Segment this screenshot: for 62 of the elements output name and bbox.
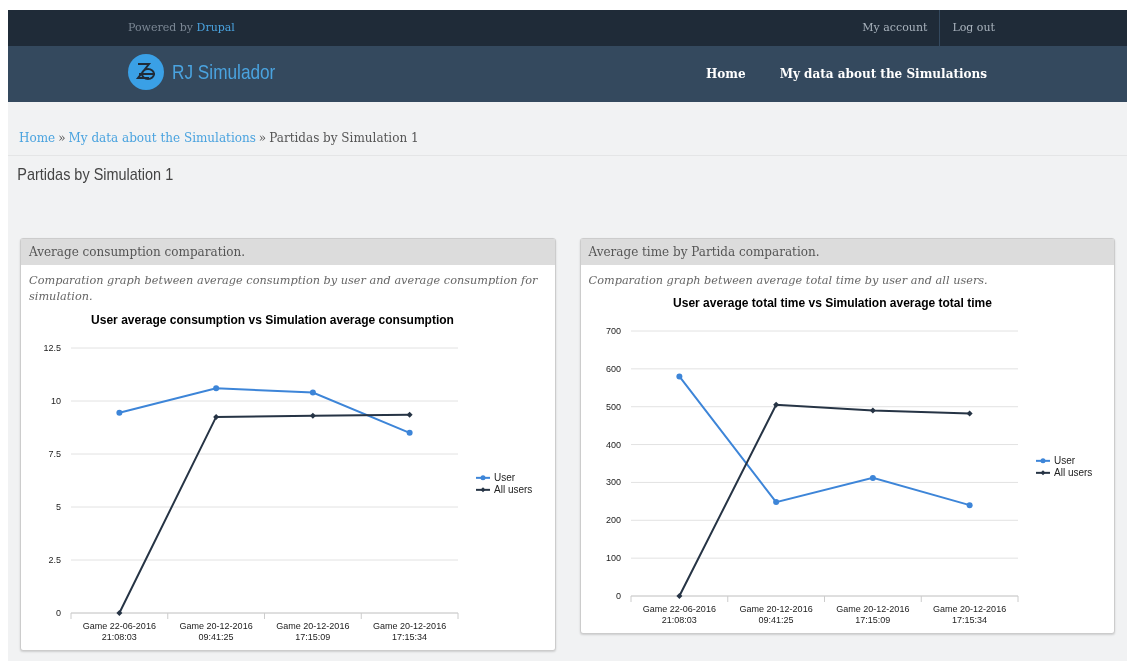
data-point [772, 499, 779, 506]
data-point [116, 410, 123, 417]
legend-marker [1034, 458, 1051, 464]
axis-label: 100 [605, 553, 621, 564]
logo-icon [128, 54, 164, 90]
axis-label: Game 20-12-2016 17:15:34 [932, 604, 1006, 624]
main-menu-link[interactable]: Home [705, 65, 746, 83]
axis-label: Game 20-12-2016 09:41:25 [179, 621, 253, 641]
drupal-link[interactable]: Drupal [196, 20, 235, 34]
breadcrumb-separator: » [258, 131, 267, 145]
legend-marker [475, 487, 491, 493]
panel-heading: Average time by Partida comparation. [580, 238, 1114, 265]
axis-label: 700 [605, 326, 621, 337]
data-point [309, 389, 316, 396]
user-menu-link[interactable]: My account [850, 10, 940, 46]
data-point [406, 430, 413, 437]
axis-label: Game 22-06-2016 21:08:03 [642, 604, 716, 624]
axis-label: 600 [605, 364, 621, 375]
panel-description: Comparation graph between average total time by user and all users. [587, 272, 989, 289]
chart-title: User average consumption vs Simulation average consumption [91, 313, 454, 328]
data-point [213, 385, 220, 392]
data-point [116, 610, 123, 617]
axis-label: 5 [56, 502, 61, 513]
breadcrumb-separator: » [58, 131, 66, 145]
legend-label: User [1053, 455, 1075, 467]
data-point [309, 413, 316, 420]
axis-label: 10 [51, 396, 61, 407]
axis-label: Game 20-12-2016 09:41:25 [739, 604, 813, 624]
panel-heading: Average consumption comparation. [21, 238, 555, 265]
axis-label: 0 [56, 608, 61, 619]
powered-by-text: Powered by [128, 20, 195, 34]
data-point [772, 402, 779, 409]
axis-label: 2.5 [48, 555, 61, 566]
panel-description: Comparation graph between average consumption by user and average consumption for simulation. [28, 272, 539, 306]
axis-label: 12.5 [43, 343, 61, 354]
axis-label: Game 20-12-2016 17:15:34 [373, 621, 447, 641]
breadcrumb-current: Partidas by Simulation 1 [269, 131, 419, 145]
axis-label: 400 [605, 440, 621, 450]
page-title: Partidas by Simulation 1 [16, 164, 175, 186]
legend-marker [475, 475, 491, 481]
axis-label: Game 20-12-2016 17:15:09 [835, 604, 909, 624]
legend-label: All users [494, 484, 533, 496]
axis-label: Game 20-12-2016 17:15:09 [276, 621, 350, 641]
axis-label: Game 22-06-2016 21:08:03 [82, 621, 156, 641]
data-point [675, 593, 682, 600]
data-point [675, 373, 682, 380]
legend-label: All users [1053, 467, 1092, 479]
axis-label: 200 [605, 515, 621, 526]
axis-label: 7.5 [48, 449, 61, 460]
legend-marker [1034, 470, 1051, 476]
data-point [966, 410, 973, 417]
main-menu-link[interactable]: My data about the Simulations [779, 65, 987, 83]
data-point [869, 407, 876, 414]
legend-label: User [494, 472, 516, 484]
axis-label: 300 [605, 477, 621, 488]
data-point [406, 412, 413, 419]
data-point [213, 414, 220, 421]
data-point [869, 475, 876, 482]
chart-title: User average total time vs Simulation average total time [672, 296, 992, 311]
axis-label: 500 [605, 402, 621, 413]
axis-label: 0 [615, 591, 621, 602]
data-point [966, 502, 973, 509]
